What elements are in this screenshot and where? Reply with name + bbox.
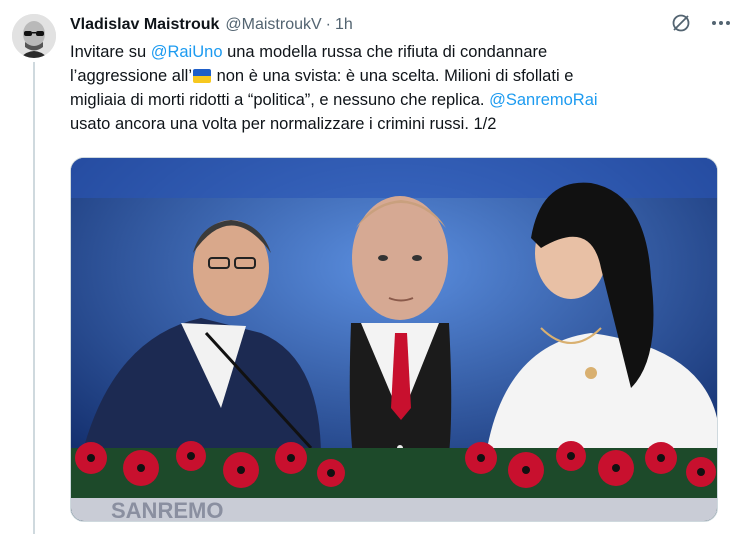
text-part: Invitare su bbox=[70, 43, 151, 61]
author-avatar[interactable] bbox=[12, 14, 56, 58]
text-part: non è una svista: è una scelta. Milioni … bbox=[212, 67, 574, 85]
tweet-media-image[interactable]: SANREMO bbox=[70, 157, 718, 522]
stage-text: SANREMO bbox=[111, 498, 223, 521]
more-options-icon[interactable] bbox=[710, 12, 732, 34]
media-illustration: SANREMO bbox=[71, 158, 717, 521]
text-part: una modella russa che rifiuta di condann… bbox=[222, 43, 548, 61]
author-name[interactable]: Vladislav Maistrouk bbox=[70, 16, 219, 34]
tweet-header: Vladislav Maistrouk @MaistroukV · 1h bbox=[70, 14, 744, 36]
tweet-text: Invitare su @RaiUno una modella russa ch… bbox=[70, 40, 720, 136]
mention-sanremorai[interactable]: @SanremoRai bbox=[489, 91, 597, 109]
author-handle[interactable]: @MaistroukV bbox=[225, 16, 321, 34]
thread-line bbox=[33, 62, 35, 534]
tweet-time[interactable]: 1h bbox=[335, 16, 353, 34]
header-actions bbox=[670, 12, 732, 34]
text-part: usato ancora una volta per normalizzare … bbox=[70, 115, 497, 133]
text-part: l’aggressione all’ bbox=[70, 67, 192, 85]
ukraine-flag-emoji bbox=[193, 69, 211, 83]
text-part: migliaia di morti ridotti a “politica”, … bbox=[70, 91, 490, 109]
mention-raiuno[interactable]: @RaiUno bbox=[151, 43, 223, 61]
separator-dot: · bbox=[325, 16, 331, 33]
grok-icon[interactable] bbox=[670, 12, 692, 34]
